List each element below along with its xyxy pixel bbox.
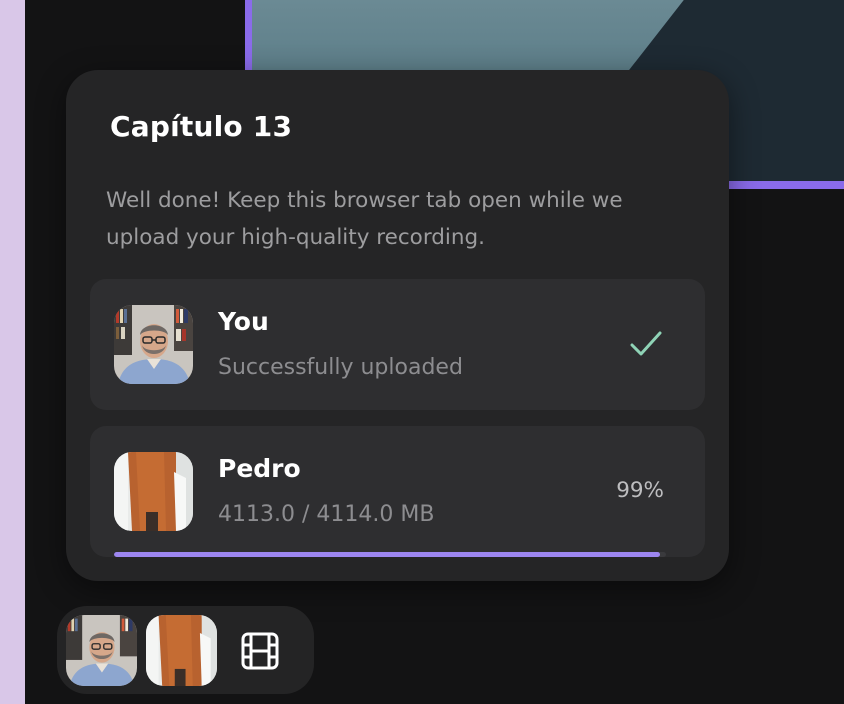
checkmark-icon [629, 329, 663, 359]
upload-row-pedro: Pedro 4113.0 / 4114.0 MB 99% [90, 426, 705, 557]
participant-name: Pedro [218, 454, 301, 483]
participant-pedro-avatar [114, 452, 193, 531]
participant-name: You [218, 307, 269, 336]
recording-screen: Capítulo 13 Well done! Keep this browser… [0, 0, 844, 704]
participant-toolbar [57, 606, 314, 694]
participant-you-avatar [114, 305, 193, 384]
upload-progress-bar [114, 552, 666, 557]
upload-dialog: Capítulo 13 Well done! Keep this browser… [66, 70, 729, 581]
film-icon[interactable] [235, 626, 285, 676]
upload-row-you: You Successfully uploaded [90, 279, 705, 410]
upload-status: Successfully uploaded [218, 355, 463, 380]
upload-size: 4113.0 / 4114.0 MB [218, 502, 435, 527]
participant-you-avatar[interactable] [66, 615, 137, 686]
participant-pedro-avatar[interactable] [146, 615, 217, 686]
dialog-title: Capítulo 13 [110, 110, 293, 143]
dialog-description: Well done! Keep this browser tab open wh… [106, 188, 623, 250]
upload-percent: 99% [616, 478, 664, 503]
left-edge-panel [0, 0, 25, 704]
upload-progress-fill [114, 552, 661, 557]
